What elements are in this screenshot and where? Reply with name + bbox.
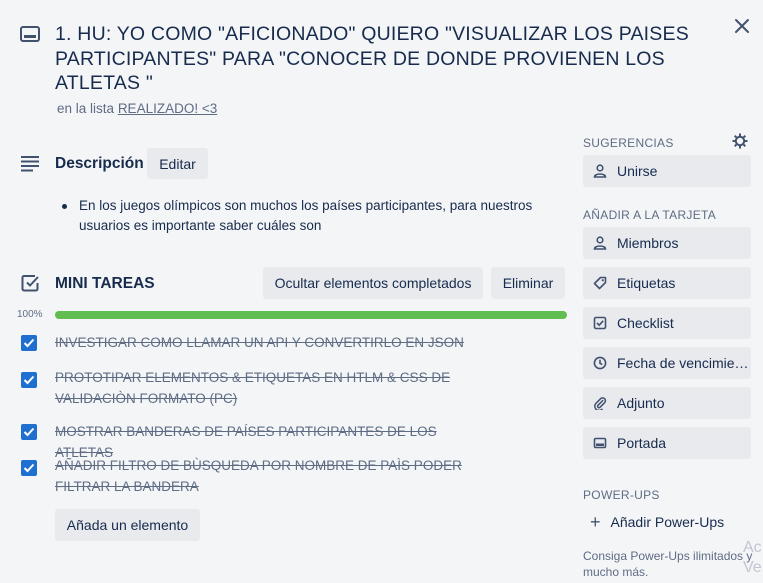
watermark-line: Ve (743, 559, 762, 576)
cover-icon (593, 437, 607, 449)
attachment-label: Adjunto (617, 395, 665, 411)
join-label: Unirse (617, 163, 658, 179)
gear-icon[interactable] (732, 133, 748, 149)
cover-label: Portada (617, 435, 667, 451)
checklist-button[interactable]: Checklist (583, 307, 751, 339)
paperclip-icon (594, 397, 607, 410)
cover-button[interactable]: Portada (583, 427, 751, 459)
due-date-button[interactable]: Fecha de vencimiento (583, 347, 751, 379)
clock-icon (593, 356, 607, 370)
add-powerups-button[interactable]: + Añadir Power-Ups (590, 513, 724, 531)
delete-checklist-button[interactable]: Eliminar (491, 267, 565, 299)
list-info: en la lista REALIZADO! <3 (57, 101, 217, 116)
members-button[interactable]: Miembros (583, 227, 751, 259)
item-checkbox[interactable] (21, 424, 37, 440)
edit-description-button[interactable]: Editar (147, 148, 208, 179)
card-title[interactable]: 1. HU: YO COMO "AFICIONADO" QUIERO "VISU… (55, 22, 695, 96)
check-icon (23, 427, 35, 437)
progress-fill (55, 311, 567, 319)
check-icon (23, 463, 35, 473)
hide-completed-button[interactable]: Ocultar elementos completados (263, 267, 483, 299)
checklist-heading: MINI TAREAS (55, 275, 155, 292)
person-icon (593, 164, 607, 178)
add-item-button[interactable]: Añada un elemento (55, 509, 200, 541)
item-checkbox[interactable] (21, 335, 37, 351)
close-icon[interactable] (732, 16, 752, 36)
description-text[interactable]: En los juegos olímpicos son muchos los p… (79, 196, 559, 236)
powerups-description: Consiga Power-Ups ilimitados y mucho más… (583, 549, 753, 579)
add-powerups-label: Añadir Power-Ups (610, 514, 725, 530)
checklist-icon (21, 275, 39, 292)
list-prefix: en la lista (57, 101, 115, 116)
activation-watermark: Ac Ve (743, 538, 762, 578)
add-to-card-heading: AÑADIR A LA TARJETA (583, 208, 717, 222)
powerups-heading: POWER-UPS (583, 488, 660, 502)
suggestions-heading: SUGERENCIAS (583, 136, 674, 150)
attachment-button[interactable]: Adjunto (583, 387, 751, 419)
due-date-label: Fecha de vencimiento (617, 355, 751, 371)
labels-button[interactable]: Etiquetas (583, 267, 751, 299)
checklist-icon (593, 316, 607, 330)
checklist-item[interactable]: INVESTIGAR COMO LLAMAR UN API Y CONVERTI… (55, 332, 475, 353)
check-icon (23, 338, 35, 348)
item-checkbox[interactable] (21, 372, 37, 388)
list-link[interactable]: REALIZADO! <3 (118, 101, 217, 116)
card-icon (20, 26, 40, 42)
members-label: Miembros (617, 235, 679, 251)
checklist-label: Checklist (617, 315, 674, 331)
progress-percent: 100% (17, 309, 43, 320)
bullet-dot (62, 204, 67, 209)
tag-icon (593, 276, 607, 290)
description-lines-icon (21, 156, 39, 172)
labels-label: Etiquetas (617, 275, 676, 291)
checklist-item[interactable]: AÑADIR FILTRO DE BÙSQUEDA POR NOMBRE DE … (55, 455, 475, 497)
watermark-line: Ac (743, 539, 762, 556)
join-button[interactable]: Unirse (583, 155, 751, 187)
checklist-item[interactable]: PROTOTIPAR ELEMENTOS & ETIQUETAS EN HTLM… (55, 367, 475, 409)
plus-icon: + (590, 512, 601, 532)
person-icon (593, 236, 607, 250)
check-icon (23, 375, 35, 385)
description-heading: Descripción (55, 155, 144, 172)
item-checkbox[interactable] (21, 460, 37, 476)
